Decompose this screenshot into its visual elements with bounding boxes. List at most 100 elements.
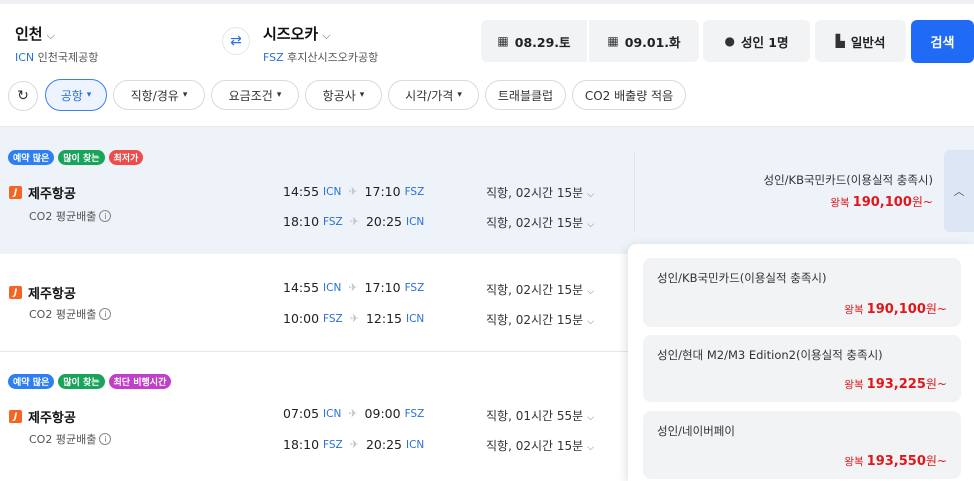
co2-info: CO2 평균배출 i bbox=[29, 208, 112, 224]
dep-code: FSZ bbox=[323, 215, 343, 228]
fare-option[interactable]: 성인/네이버페이 왕복 193,550원~ bbox=[643, 411, 961, 479]
duration-text: 직항, 02시간 15분 bbox=[486, 186, 584, 200]
fare-option[interactable]: 성인/KB국민카드(이용실적 충족시) 왕복 190,100원~ bbox=[643, 258, 961, 327]
filter-direct[interactable]: 직항/경유 ▾ bbox=[113, 80, 205, 110]
price-unit: 원~ bbox=[925, 377, 947, 391]
inbound-segment[interactable]: 18:10 FSZ ✈ 20:25 ICN bbox=[283, 437, 424, 452]
duration-text: 직항, 02시간 15분 bbox=[486, 439, 584, 453]
divider bbox=[634, 152, 635, 232]
badge-popular-search: 많이 찾는 bbox=[58, 374, 105, 389]
fare-option-price: 왕복 193,550원~ bbox=[844, 452, 947, 469]
fare-option-price: 왕복 193,225원~ bbox=[844, 375, 947, 392]
price-unit: 원~ bbox=[911, 195, 933, 209]
airline-info[interactable]: J 제주항공 bbox=[9, 407, 76, 426]
collapse-button[interactable]: ︿ bbox=[944, 150, 974, 232]
price-value: 193,550 bbox=[866, 454, 926, 469]
person-icon: ● bbox=[724, 34, 735, 48]
arr-time: 09:00 bbox=[364, 406, 401, 421]
price-value: 190,100 bbox=[866, 302, 926, 317]
badge-shortest-time: 최단 비행시간 bbox=[108, 374, 172, 389]
filter-label: 트래블클럽 bbox=[497, 88, 554, 103]
filter-airport[interactable]: 공항 ▾ bbox=[45, 79, 107, 111]
destination-code: FSZ bbox=[263, 51, 284, 64]
filter-label: CO2 배출량 적음 bbox=[584, 88, 674, 103]
info-icon[interactable]: i bbox=[99, 433, 112, 445]
price-value: 193,225 bbox=[866, 377, 926, 392]
price[interactable]: 왕복 190,100원~ bbox=[830, 193, 933, 210]
price-prefix: 왕복 bbox=[830, 197, 850, 209]
chevron-down-icon: ▾ bbox=[182, 90, 188, 100]
fare-option[interactable]: 성인/현대 M2/M3 Edition2(이용실적 충족시) 왕복 193,225… bbox=[643, 335, 961, 402]
badge-popular-booking: 예약 많은 bbox=[8, 374, 55, 389]
duration-text: 직항, 02시간 15분 bbox=[486, 216, 584, 230]
airplane-icon: ✈ bbox=[349, 312, 359, 325]
outbound-duration[interactable]: 직항, 02시간 15분 ⌵ bbox=[486, 281, 594, 298]
outbound-duration[interactable]: 직항, 01시간 55분 ⌵ bbox=[486, 407, 594, 424]
duration-text: 직항, 02시간 15분 bbox=[486, 283, 584, 297]
dep-time: 07:05 bbox=[283, 406, 320, 421]
cabin-field[interactable]: ▙ 일반석 bbox=[815, 20, 906, 62]
search-button[interactable]: 검색 bbox=[911, 20, 974, 63]
filter-time-price[interactable]: 시각/가격 ▾ bbox=[388, 80, 479, 110]
outbound-segment[interactable]: 14:55 ICN ✈ 17:10 FSZ bbox=[283, 184, 424, 199]
price-prefix: 왕복 bbox=[844, 456, 864, 468]
info-icon[interactable]: i bbox=[99, 308, 112, 320]
jeju-air-logo-icon: J bbox=[9, 286, 22, 299]
refresh-icon[interactable]: ↻ bbox=[8, 81, 38, 111]
top-border bbox=[0, 0, 974, 4]
chevron-down-icon: ▾ bbox=[86, 90, 92, 100]
calendar-icon: ▦ bbox=[497, 34, 509, 48]
filter-co2[interactable]: CO2 배출량 적음 bbox=[572, 80, 686, 110]
outbound-segment[interactable]: 07:05 ICN ✈ 09:00 FSZ bbox=[283, 406, 424, 421]
filter-travel-club[interactable]: 트래블클럽 bbox=[485, 80, 566, 110]
inbound-duration[interactable]: 직항, 02시간 15분 ⌵ bbox=[486, 437, 594, 454]
fare-option-label: 성인/KB국민카드(이용실적 충족시) bbox=[657, 271, 827, 285]
arr-code: ICN bbox=[406, 312, 425, 325]
passenger-count: 성인 1명 bbox=[740, 34, 789, 50]
info-icon[interactable]: i bbox=[99, 210, 112, 222]
seat-icon: ▙ bbox=[835, 34, 845, 48]
dep-time: 18:10 bbox=[283, 214, 320, 229]
price-prefix: 왕복 bbox=[844, 379, 864, 391]
filter-label: 항공사 bbox=[322, 88, 356, 103]
calendar-icon: ▦ bbox=[607, 34, 619, 48]
filter-airline[interactable]: 항공사 ▾ bbox=[305, 80, 382, 110]
airline-info[interactable]: J 제주항공 bbox=[9, 183, 76, 202]
origin-airport: 인천국제공항 bbox=[37, 51, 99, 64]
dep-code: ICN bbox=[323, 407, 342, 420]
swap-icon[interactable]: ⇄ bbox=[222, 27, 250, 55]
origin-code: ICN bbox=[15, 51, 35, 64]
jeju-air-logo-icon: J bbox=[9, 410, 22, 423]
chevron-down-icon: ⌵ bbox=[587, 220, 595, 230]
inbound-segment[interactable]: 18:10 FSZ ✈ 20:25 ICN bbox=[283, 214, 424, 229]
outbound-duration[interactable]: 직항, 02시간 15분 ⌵ bbox=[486, 184, 594, 201]
jeju-air-logo-icon: J bbox=[9, 186, 22, 199]
chevron-down-icon: ⌵ bbox=[587, 317, 595, 327]
passenger-field[interactable]: ● 성인 1명 bbox=[703, 20, 810, 62]
destination-selector[interactable]: 시즈오카 ⌵ FSZ 후지산시즈오카공항 bbox=[263, 23, 378, 65]
inbound-duration[interactable]: 직항, 02시간 15분 ⌵ bbox=[486, 311, 594, 328]
cabin-class: 일반석 bbox=[850, 34, 886, 50]
origin-selector[interactable]: 인천 ⌵ ICN 인천국제공항 bbox=[15, 23, 98, 65]
return-date-field[interactable]: ▦ 09.01.화 bbox=[589, 20, 699, 62]
depart-date-field[interactable]: ▦ 08.29.토 bbox=[481, 20, 587, 62]
airplane-icon: ✈ bbox=[349, 215, 359, 228]
return-date: 09.01.화 bbox=[624, 34, 681, 50]
duration-text: 직항, 01시간 55분 bbox=[486, 409, 584, 423]
arr-time: 20:25 bbox=[365, 437, 402, 452]
airplane-icon: ✈ bbox=[349, 438, 359, 451]
outbound-segment[interactable]: 14:55 ICN ✈ 17:10 FSZ bbox=[283, 280, 424, 295]
badge-lowest-price: 최저가 bbox=[108, 150, 144, 165]
filter-label: 직항/경유 bbox=[130, 88, 179, 103]
co2-label: CO2 평균배출 bbox=[29, 308, 97, 321]
airline-info[interactable]: J 제주항공 bbox=[9, 283, 76, 302]
inbound-duration[interactable]: 직항, 02시간 15분 ⌵ bbox=[486, 214, 594, 231]
fare-option-label: 성인/현대 M2/M3 Edition2(이용실적 충족시) bbox=[657, 348, 883, 362]
divider bbox=[0, 351, 633, 352]
chevron-down-icon: ⌵ bbox=[587, 190, 595, 200]
fare-condition: 성인/KB국민카드(이용실적 충족시) bbox=[763, 173, 933, 187]
inbound-segment[interactable]: 10:00 FSZ ✈ 12:15 ICN bbox=[283, 311, 424, 326]
price-prefix: 왕복 bbox=[844, 304, 864, 316]
filter-label: 공항 bbox=[60, 88, 83, 103]
filter-fare-conditions[interactable]: 요금조건 ▾ bbox=[211, 80, 299, 110]
